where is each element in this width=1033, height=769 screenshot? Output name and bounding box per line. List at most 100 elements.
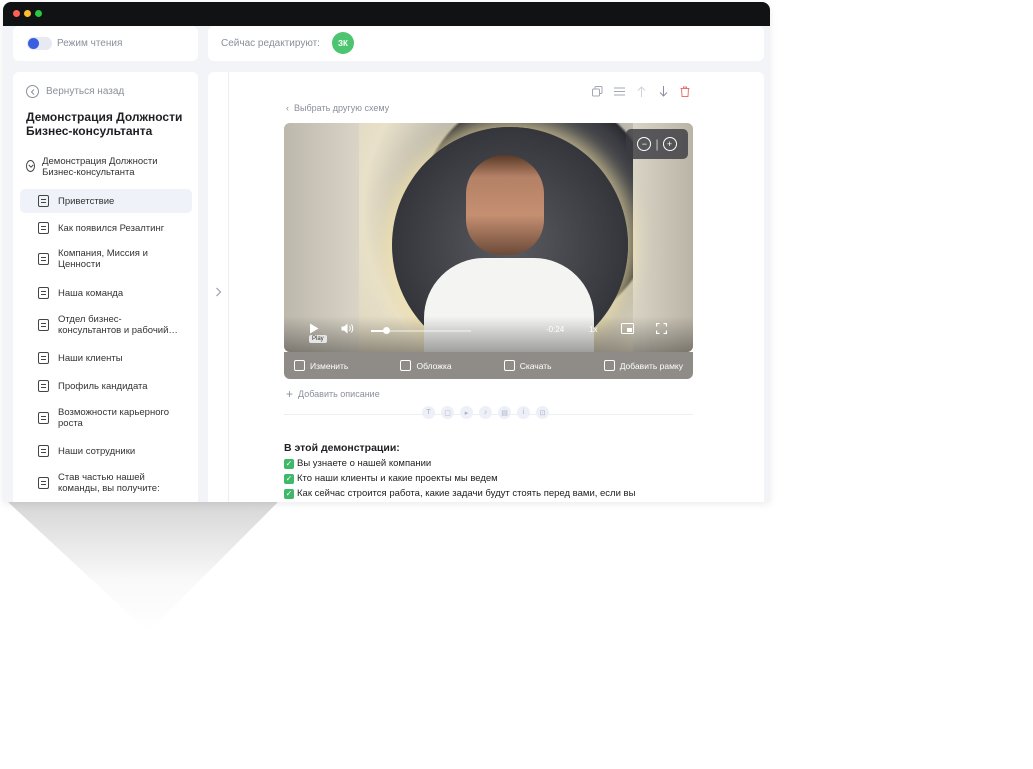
- video-block-icon[interactable]: ▸: [460, 406, 473, 419]
- title-bar: [3, 2, 770, 26]
- sidebar-item-clients[interactable]: Наши клиенты: [20, 346, 192, 370]
- checkmark-icon: ✓: [284, 488, 294, 499]
- choose-scheme-link[interactable]: ‹ Выбрать другую схему: [286, 103, 389, 113]
- image-icon: [400, 360, 412, 371]
- frame-icon: [603, 360, 615, 371]
- close-window-button[interactable]: [13, 10, 20, 17]
- zoom-out-icon[interactable]: −: [637, 137, 652, 151]
- image-block-icon[interactable]: ▢: [441, 406, 454, 419]
- video-player[interactable]: − | + -0:24 1x Play: [284, 123, 693, 352]
- document-icon: [38, 287, 49, 299]
- main-editor: ‹ Выбрать другую схему − | + -0:24 1x Pl…: [208, 72, 764, 502]
- list-item: ✓ Кто наши клиенты и какие проекты мы ве…: [284, 473, 498, 484]
- audio-block-icon[interactable]: ♪: [479, 406, 492, 419]
- editors-panel: Сейчас редактируют: ЗК: [208, 26, 764, 61]
- sidebar-section-label: Демонстрация Должности Бизнес-консультан…: [42, 156, 158, 178]
- play-tooltip: Play: [309, 335, 327, 343]
- zoom-separator: |: [655, 137, 659, 151]
- checkmark-icon: ✓: [284, 458, 294, 469]
- document-icon: [38, 253, 49, 265]
- sidebar-item-team[interactable]: Наша команда: [20, 281, 192, 305]
- text-block-icon[interactable]: T: [422, 406, 435, 419]
- file-block-icon[interactable]: ▤: [498, 406, 511, 419]
- trash-icon[interactable]: [679, 85, 691, 97]
- progress-bar[interactable]: [371, 327, 471, 334]
- embed-block-icon[interactable]: ⊡: [536, 406, 549, 419]
- editing-now-label: Сейчас редактируют:: [221, 38, 320, 49]
- fullscreen-icon[interactable]: [655, 322, 668, 337]
- video-controls: -0:24 1x: [284, 316, 693, 352]
- sidebar-item-label: Наши клиенты: [58, 352, 123, 364]
- download-label: Скачать: [519, 360, 552, 371]
- sidebar-item-label: Наши сотрудники: [58, 445, 136, 457]
- edit-video-label: Изменить: [310, 360, 349, 371]
- insert-block-toolbar: T ▢ ▸ ♪ ▤ i ⊡: [422, 406, 549, 419]
- time-remaining: -0:24: [546, 325, 565, 334]
- toggle-knob: [28, 38, 39, 49]
- sidebar-item-label: Наша команда: [58, 287, 124, 299]
- sidebar-item-benefits[interactable]: Став частью нашей команды, вы получите:: [20, 467, 192, 499]
- menu-icon[interactable]: [613, 85, 625, 97]
- reading-mode-toggle[interactable]: [27, 37, 52, 50]
- add-description-button[interactable]: + Добавить описание: [286, 387, 380, 401]
- sidebar-item-employees[interactable]: Наши сотрудники: [20, 439, 192, 463]
- checkmark-icon: ✓: [284, 473, 294, 484]
- sidebar-item-label: Возможности карьерного роста: [58, 407, 170, 429]
- info-block-icon[interactable]: i: [517, 406, 530, 419]
- arrow-up-icon[interactable]: [635, 85, 647, 97]
- back-label: Вернуться назад: [46, 86, 125, 97]
- block-toolbar: [591, 85, 691, 97]
- sidebar-section[interactable]: Демонстрация Должности Бизнес-консультан…: [26, 156, 191, 178]
- picture-in-picture-icon[interactable]: [621, 323, 634, 337]
- volume-icon[interactable]: [341, 323, 354, 337]
- chevron-right-icon: [215, 287, 221, 297]
- content-heading: В этой демонстрации:: [284, 442, 400, 454]
- reading-mode-panel: Режим чтения: [13, 26, 198, 61]
- list-item: ✓ Как сейчас строится работа, какие зада…: [284, 488, 635, 499]
- maximize-window-button[interactable]: [35, 10, 42, 17]
- video-frame-person-head: [466, 155, 544, 255]
- progress-handle[interactable]: [383, 327, 390, 334]
- sidebar-item-history[interactable]: Как появился Резалтинг: [20, 216, 192, 240]
- arrow-down-icon[interactable]: [657, 85, 669, 97]
- zoom-controls: − | +: [626, 129, 688, 159]
- chevron-left-icon: ‹: [286, 103, 289, 113]
- sidebar-item-label: Отдел бизнес-консультантов и рабочий…: [58, 314, 178, 336]
- zoom-in-icon[interactable]: +: [662, 137, 677, 151]
- sidebar-item-career[interactable]: Возможности карьерного роста: [20, 402, 192, 434]
- cover-label: Обложка: [416, 360, 452, 371]
- sidebar-item-company[interactable]: Компания, Миссия и Ценности: [20, 243, 192, 275]
- chevron-left-icon: [26, 85, 39, 98]
- plus-icon: +: [286, 387, 294, 401]
- sidebar-item-label: Приветствие: [58, 195, 115, 207]
- avatar[interactable]: ЗК: [332, 32, 354, 54]
- add-frame-button[interactable]: Добавить рамку: [603, 360, 683, 371]
- list-item-text: Как сейчас строится работа, какие задачи…: [297, 488, 636, 499]
- sidebar-item-label: Став частью нашей команды, вы получите:: [58, 472, 160, 494]
- sidebar-item-greeting[interactable]: Приветствие: [20, 189, 192, 213]
- sidebar-item-department[interactable]: Отдел бизнес-консультантов и рабочий…: [20, 309, 192, 341]
- add-description-label: Добавить описание: [298, 389, 380, 399]
- expand-sidebar-button[interactable]: [208, 72, 229, 502]
- edit-video-button[interactable]: Изменить: [294, 360, 348, 371]
- speed-button[interactable]: 1x: [589, 325, 597, 334]
- document-icon: [38, 380, 49, 392]
- download-icon: [503, 360, 515, 371]
- app-window: Режим чтения Сейчас редактируют: ЗК Верн…: [3, 2, 770, 502]
- list-item-text: Вы узнаете о нашей компании: [297, 458, 432, 469]
- sidebar-item-label: Компания, Миссия и Ценности: [58, 248, 148, 270]
- minimize-window-button[interactable]: [24, 10, 31, 17]
- cover-button[interactable]: Обложка: [400, 360, 452, 371]
- duplicate-icon[interactable]: [591, 85, 603, 97]
- back-button[interactable]: Вернуться назад: [26, 85, 124, 98]
- reading-mode-label: Режим чтения: [57, 38, 123, 49]
- document-icon: [38, 477, 49, 489]
- document-icon: [38, 222, 49, 234]
- video-actions-bar: Изменить Обложка Скачать Добавить рамку: [284, 352, 693, 379]
- window-shadow: [8, 502, 278, 632]
- add-frame-label: Добавить рамку: [619, 360, 683, 371]
- sidebar-item-candidate-profile[interactable]: Профиль кандидата: [20, 374, 192, 398]
- document-icon: [38, 412, 49, 424]
- list-item-text: Кто наши клиенты и какие проекты мы веде…: [297, 473, 498, 484]
- download-button[interactable]: Скачать: [503, 360, 552, 371]
